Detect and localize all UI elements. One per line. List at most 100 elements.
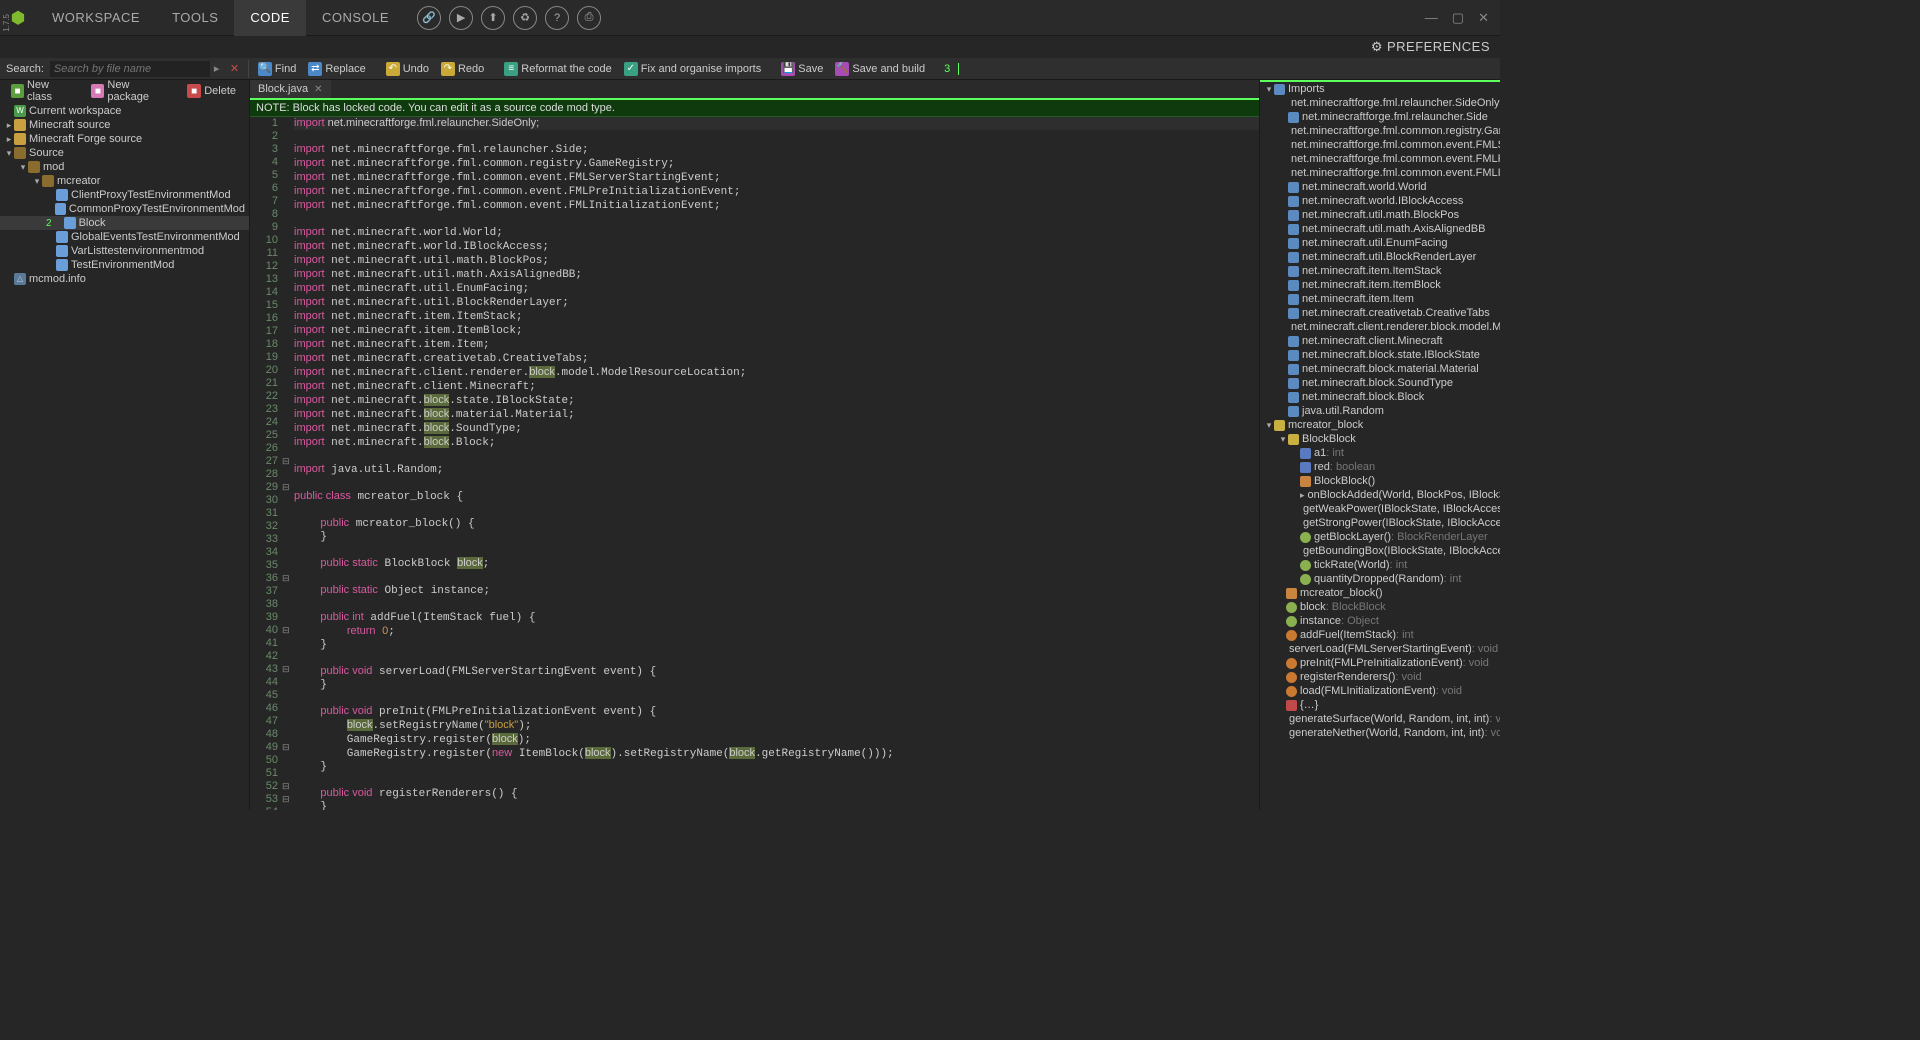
outline-import[interactable]: net.minecraft.util.math.AxisAlignedBB <box>1260 222 1500 236</box>
outline-import[interactable]: net.minecraft.item.ItemStack <box>1260 264 1500 278</box>
outline-import[interactable]: net.minecraftforge.fml.common.event.FMLI… <box>1260 166 1500 180</box>
outline-member[interactable]: block : BlockBlock <box>1260 600 1500 614</box>
outline-member[interactable]: getStrongPower(IBlockState, IBlockAccess… <box>1260 516 1500 530</box>
code-area[interactable]: 1234567891011121314151617181920212223242… <box>250 117 1259 810</box>
outline-import[interactable]: net.minecraft.block.state.IBlockState <box>1260 348 1500 362</box>
outline-member[interactable]: tickRate(World) : int <box>1260 558 1500 572</box>
editor-tab[interactable]: Block.java ✕ <box>250 80 331 98</box>
tab-code[interactable]: CODE <box>234 0 306 36</box>
outline-member[interactable]: BlockBlock() <box>1260 474 1500 488</box>
outline-import[interactable]: net.minecraft.block.material.Material <box>1260 362 1500 376</box>
outline-import[interactable]: net.minecraft.creativetab.CreativeTabs <box>1260 306 1500 320</box>
outline-import[interactable]: net.minecraft.world.IBlockAccess <box>1260 194 1500 208</box>
outline-member[interactable]: a1 : int <box>1260 446 1500 460</box>
btn-reformat-the-code[interactable]: ≡Reformat the code <box>499 59 617 79</box>
tree-commonproxytestenvironmentmod[interactable]: CommonProxyTestEnvironmentMod <box>0 202 249 216</box>
outline-import[interactable]: net.minecraft.client.renderer.block.mode… <box>1260 320 1500 334</box>
outline-import[interactable]: net.minecraft.item.ItemBlock <box>1260 278 1500 292</box>
recycle-button[interactable]: ♻ <box>513 6 537 30</box>
maximize-button[interactable]: ▢ <box>1447 8 1469 28</box>
outline-import[interactable]: net.minecraftforge.fml.relauncher.SideOn… <box>1260 96 1500 110</box>
search-input[interactable] <box>50 61 210 77</box>
outline-member[interactable]: addFuel(ItemStack) : int <box>1260 628 1500 642</box>
outline-import[interactable]: net.minecraft.block.Block <box>1260 390 1500 404</box>
outline-member[interactable]: registerRenderers() : void <box>1260 670 1500 684</box>
tree-varlisttestenvironmentmod[interactable]: VarListtestenvironmentmod <box>0 244 249 258</box>
tree-block[interactable]: 2Block <box>0 216 249 230</box>
outline-member[interactable]: generateSurface(World, Random, int, int)… <box>1260 712 1500 726</box>
btn-save[interactable]: 💾Save <box>776 59 828 79</box>
help-button[interactable]: ? <box>545 6 569 30</box>
tab-workspace[interactable]: WORKSPACE <box>36 0 156 36</box>
outline-member[interactable]: {…} <box>1260 698 1500 712</box>
btn-find[interactable]: 🔍Find <box>253 59 301 79</box>
outline-member[interactable]: getBlockLayer() : BlockRenderLayer <box>1260 530 1500 544</box>
search-go-icon[interactable]: ▸ <box>214 62 228 76</box>
main-tabs: WORKSPACETOOLSCODECONSOLE <box>36 0 405 36</box>
outline-member[interactable]: quantityDropped(Random) : int <box>1260 572 1500 586</box>
action-new-package[interactable]: ■New package <box>86 81 174 101</box>
tree-source[interactable]: ▾Source <box>0 146 249 160</box>
outline-member[interactable]: instance : Object <box>1260 614 1500 628</box>
tab-tools[interactable]: TOOLS <box>156 0 234 36</box>
tree-globaleventstestenvironmentmod[interactable]: GlobalEventsTestEnvironmentMod <box>0 230 249 244</box>
btn-save-and-build[interactable]: 🔨Save and build <box>830 59 930 79</box>
tree-mod[interactable]: ▾mod <box>0 160 249 174</box>
outline-member[interactable]: ▸onBlockAdded(World, BlockPos, IBlockSta… <box>1260 488 1500 502</box>
print-button[interactable]: ⎙ <box>577 6 601 30</box>
outline-import[interactable]: net.minecraft.world.World <box>1260 180 1500 194</box>
file-tree: WCurrent workspace▸Minecraft source▸Mine… <box>0 102 249 810</box>
outline-import[interactable]: net.minecraft.util.BlockRenderLayer <box>1260 250 1500 264</box>
search-clear-icon[interactable]: ✕ <box>230 62 244 76</box>
preferences-link[interactable]: ⚙PREFERENCES <box>0 36 1500 58</box>
tab-close-icon[interactable]: ✕ <box>314 84 322 95</box>
outline-import[interactable]: net.minecraft.client.Minecraft <box>1260 334 1500 348</box>
outline-import[interactable]: java.util.Random <box>1260 404 1500 418</box>
outline-member[interactable]: load(FMLInitializationEvent) : void <box>1260 684 1500 698</box>
outline-member[interactable]: mcreator_block() <box>1260 586 1500 600</box>
tab-console[interactable]: CONSOLE <box>306 0 405 36</box>
outline-member[interactable]: preInit(FMLPreInitializationEvent) : voi… <box>1260 656 1500 670</box>
btn-fix-and-organise-imports[interactable]: ✓Fix and organise imports <box>619 59 766 79</box>
outline-member[interactable]: serverLoad(FMLServerStartingEvent) : voi… <box>1260 642 1500 656</box>
tree-mcreator[interactable]: ▾mcreator <box>0 174 249 188</box>
minimize-button[interactable]: — <box>1420 8 1443 28</box>
marker-3: 3 <box>936 63 959 75</box>
outline-import[interactable]: net.minecraft.util.EnumFacing <box>1260 236 1500 250</box>
outline-member[interactable]: getWeakPower(IBlockState, IBlockAccess, <box>1260 502 1500 516</box>
tree-minecraft-source[interactable]: ▸Minecraft source <box>0 118 249 132</box>
outline-member[interactable]: red : boolean <box>1260 460 1500 474</box>
btn-replace[interactable]: ⇄Replace <box>303 59 370 79</box>
outline-import[interactable]: net.minecraft.block.SoundType <box>1260 376 1500 390</box>
link-button[interactable]: 🔗 <box>417 6 441 30</box>
close-button[interactable]: ✕ <box>1473 8 1494 28</box>
tree-current-workspace[interactable]: WCurrent workspace <box>0 104 249 118</box>
window-controls: — ▢ ✕ <box>1420 8 1494 28</box>
outline-inner-class[interactable]: ▾BlockBlock <box>1260 432 1500 446</box>
version-label: 1.7.5 <box>2 14 11 32</box>
outline-class[interactable]: ▾mcreator_block <box>1260 418 1500 432</box>
outline-import[interactable]: net.minecraftforge.fml.common.event.FMLP… <box>1260 152 1500 166</box>
tree-testenvironmentmod[interactable]: TestEnvironmentMod <box>0 258 249 272</box>
outline-import[interactable]: net.minecraftforge.fml.relauncher.Side <box>1260 110 1500 124</box>
tree-clientproxytestenvironmentmod[interactable]: ClientProxyTestEnvironmentMod <box>0 188 249 202</box>
btn-undo[interactable]: ↶Undo <box>381 59 434 79</box>
editor: Block.java ✕ NOTE: Block has locked code… <box>250 80 1260 810</box>
outline-import[interactable]: net.minecraft.util.math.BlockPos <box>1260 208 1500 222</box>
tree-mcmod.info[interactable]: △mcmod.info <box>0 272 249 286</box>
circle-buttons: 🔗 ▶ ⬆ ♻? ⎙ <box>417 6 601 30</box>
outline-import[interactable]: net.minecraft.item.Item <box>1260 292 1500 306</box>
play-button[interactable]: ▶ <box>449 6 473 30</box>
upload-button[interactable]: ⬆ <box>481 6 505 30</box>
tree-minecraft-forge-source[interactable]: ▸Minecraft Forge source <box>0 132 249 146</box>
action-delete[interactable]: ■Delete <box>182 81 241 101</box>
outline-import[interactable]: net.minecraftforge.fml.common.registry.G… <box>1260 124 1500 138</box>
editor-notice: NOTE: Block has locked code. You can edi… <box>250 100 1259 117</box>
action-new-class[interactable]: ■New class <box>6 81 78 101</box>
editor-tabs: Block.java ✕ <box>250 80 1259 100</box>
outline-member[interactable]: getBoundingBox(IBlockState, IBlockAccess… <box>1260 544 1500 558</box>
btn-redo[interactable]: ↷Redo <box>436 59 489 79</box>
outline-import[interactable]: net.minecraftforge.fml.common.event.FMLS… <box>1260 138 1500 152</box>
outline-member[interactable]: generateNether(World, Random, int, int) … <box>1260 726 1500 740</box>
outline-imports[interactable]: ▾Imports <box>1260 82 1500 96</box>
